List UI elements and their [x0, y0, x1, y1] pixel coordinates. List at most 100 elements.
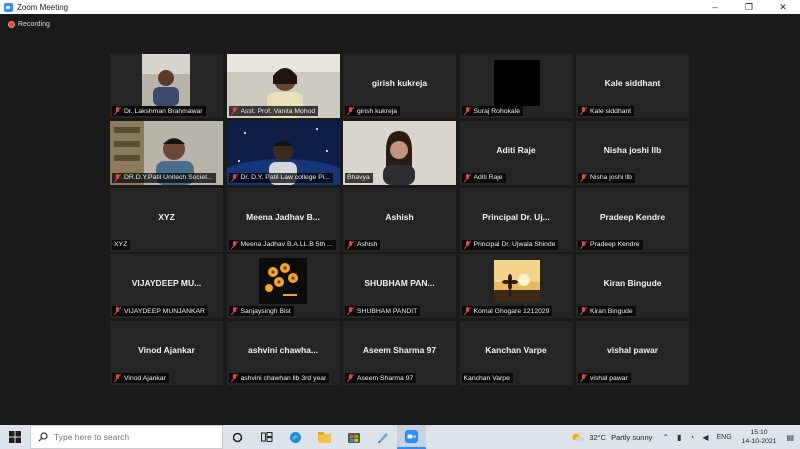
search-input[interactable] — [54, 432, 204, 442]
participant-name: ashvini chawhan llb 3rd year — [240, 374, 327, 382]
battery-icon[interactable]: ▮ — [677, 433, 681, 442]
network-icon[interactable]: ◔ — [689, 433, 694, 442]
taskbar-search[interactable] — [30, 425, 223, 449]
participant-tile[interactable]: Ashish Ashish — [343, 187, 456, 252]
maximize-button[interactable]: ❐ — [732, 0, 766, 14]
mic-muted-icon — [347, 240, 355, 249]
store-icon[interactable] — [339, 425, 368, 449]
participant-tile[interactable]: SHUBHAM PAN... SHUBHAM PANDIT — [343, 254, 456, 319]
chevron-up-icon[interactable]: ⌃ — [662, 433, 669, 442]
mic-muted-icon — [114, 374, 122, 382]
participant-display-name: Kanchan Varpe — [485, 345, 547, 355]
participant-display-name: SHUBHAM PAN... — [364, 278, 435, 289]
participant-tile[interactable]: Principal Dr. Uj... Principal Dr. Ujwala … — [459, 187, 573, 252]
participant-tile[interactable]: Bhavya — [343, 120, 456, 185]
participant-tile[interactable]: Aseem Sharma 97 Aseem Sharma 97 — [343, 321, 456, 385]
participant-tile[interactable]: Kale siddhant Kale siddhant — [576, 54, 689, 118]
participant-tile[interactable]: XYZ XYZ — [110, 187, 223, 252]
participant-tile[interactable]: Kanchan Varpe Kanchan Varpe — [459, 321, 573, 385]
language-indicator[interactable]: ENG — [716, 434, 731, 441]
participant-name-bar: DR.D.Y.Patil Unitech Societ... — [112, 172, 216, 183]
participant-display-name: Meena Jadhav B... — [246, 211, 320, 222]
participant-display-name: Aseem Sharma 97 — [362, 345, 437, 355]
participant-name-bar: Principal Dr. Ujwala Shinde — [461, 239, 559, 250]
participant-name-bar: Komal Ghogare 1212029 — [461, 306, 553, 317]
participant-tile[interactable]: Kiran Bingude Kiran Bingude — [576, 254, 689, 319]
mic-muted-icon — [114, 307, 122, 315]
participant-name-bar: Aseem Sharma 97 — [345, 373, 417, 383]
participant-name-bar: XYZ — [112, 239, 131, 250]
participant-name: Dr. D.Y. Patil Law college Pi... — [240, 174, 330, 182]
title-bar: Zoom Meeting – ❐ ✕ — [0, 0, 800, 14]
participant-name-bar: Ashish — [345, 239, 381, 250]
participant-display-name: Kiran Bingude — [603, 278, 662, 289]
participant-display-name: Kale siddhant — [604, 78, 661, 88]
mic-muted-icon — [231, 107, 239, 115]
participant-tile[interactable]: Dr. D.Y. Patil Law college Pi... — [226, 120, 340, 185]
participant-name: DR.D.Y.Patil Unitech Societ... — [124, 174, 213, 182]
close-button[interactable]: ✕ — [766, 0, 800, 14]
participant-name-bar: Sanjaysingh Bist — [228, 306, 294, 317]
volume-icon[interactable]: ◀ — [702, 433, 708, 442]
minimize-button[interactable]: – — [698, 0, 732, 14]
participant-tile[interactable]: Meena Jadhav B... Meena Jadhav B.A.LL.B 5… — [226, 187, 340, 252]
zoom-app-icon — [4, 2, 13, 12]
participant-name-bar: VIJAYDEEP MUNJANKAR — [112, 306, 208, 317]
participant-tile[interactable]: Dr. Lakshman Brahmawar — [110, 54, 223, 118]
recording-label: Recording — [18, 21, 50, 28]
participant-tile[interactable]: Aditi Raje Aditi Raje — [459, 120, 573, 185]
participant-name: Meena Jadhav B.A.LL.B 5th ... — [240, 241, 333, 248]
participant-tile[interactable]: Vinod Ajankar Vinod Ajankar — [110, 321, 223, 385]
cortana-icon[interactable] — [223, 425, 252, 449]
pen-app-icon[interactable] — [368, 425, 397, 449]
mic-muted-icon — [231, 173, 239, 182]
participant-tile[interactable]: vishal pawar vishal pawar — [576, 321, 689, 385]
participant-display-name: Aditi Raje — [496, 144, 536, 155]
meeting-stage: Recording Dr. Lakshman Brahmawar Asst. Pr… — [0, 14, 800, 425]
participant-name: Bhavya — [347, 174, 370, 182]
participant-name-bar: SHUBHAM PANDIT — [345, 306, 421, 317]
mic-muted-icon — [347, 307, 355, 315]
zoom-taskbar-icon[interactable] — [397, 425, 426, 449]
system-tray: 32°C Partly sunny ⌃ ▮ ◔ ◀ ENG 15:10 14-1… — [571, 425, 800, 449]
window-title: Zoom Meeting — [17, 2, 69, 12]
participant-name-bar: ashvini chawhan llb 3rd year — [228, 373, 330, 383]
participant-gallery: Dr. Lakshman Brahmawar Asst. Prof. Vanita… — [110, 54, 689, 385]
participant-name: Pradeep Kendre — [590, 241, 640, 248]
weather-widget[interactable]: 32°C Partly sunny — [571, 432, 652, 443]
start-button[interactable] — [0, 425, 30, 449]
participant-name: Nisha joshi llb — [590, 174, 632, 182]
mic-muted-icon — [464, 240, 472, 249]
participant-tile[interactable]: DR.D.Y.Patil Unitech Societ... — [110, 120, 223, 185]
participant-tile[interactable]: VIJAYDEEP MU... VIJAYDEEP MUNJANKAR — [110, 254, 223, 319]
file-explorer-icon[interactable] — [310, 425, 339, 449]
participant-name-bar: Asst. Prof. Vanita Mohod — [228, 106, 319, 116]
edge-browser-icon[interactable] — [281, 425, 310, 449]
mic-muted-icon — [464, 107, 472, 115]
windows-taskbar: 32°C Partly sunny ⌃ ▮ ◔ ◀ ENG 15:10 14-1… — [0, 425, 800, 449]
participant-name: Ashish — [357, 241, 378, 248]
participant-name-bar: Aditi Raje — [461, 172, 506, 183]
participant-tile[interactable]: Pradeep Kendre Pradeep Kendre — [576, 187, 689, 252]
participant-tile[interactable]: Suraj Rohokale — [459, 54, 573, 118]
mic-muted-icon — [464, 173, 472, 182]
recording-icon — [8, 21, 15, 28]
participant-name: Sanjaysingh Bist — [240, 307, 291, 315]
clock[interactable]: 15:10 14-10-2021 — [742, 428, 777, 446]
participant-name: Kiran Bingude — [590, 307, 633, 315]
participant-display-name: VIJAYDEEP MU... — [131, 278, 202, 289]
participant-tile[interactable]: Asst. Prof. Vanita Mohod — [226, 54, 340, 118]
mic-muted-icon — [580, 374, 588, 382]
participant-tile[interactable]: girish kukreja girish kukreja — [343, 54, 456, 118]
participant-tile[interactable]: ashvini chawha... ashvini chawhan llb 3rd… — [226, 321, 340, 385]
recording-indicator[interactable]: Recording — [8, 21, 50, 28]
participant-tile[interactable]: Sanjaysingh Bist — [226, 254, 340, 319]
weather-description: Partly sunny — [611, 432, 653, 442]
participant-tile[interactable]: Komal Ghogare 1212029 — [459, 254, 573, 319]
notifications-icon[interactable]: ▤ — [786, 433, 794, 442]
participant-tile[interactable]: Nisha joshi llb Nisha joshi llb — [576, 120, 689, 185]
participant-name-bar: Pradeep Kendre — [578, 239, 643, 250]
participant-display-name: ashvini chawha... — [248, 345, 318, 355]
task-view-icon[interactable] — [252, 425, 281, 449]
participant-name-bar: girish kukreja — [345, 106, 401, 116]
